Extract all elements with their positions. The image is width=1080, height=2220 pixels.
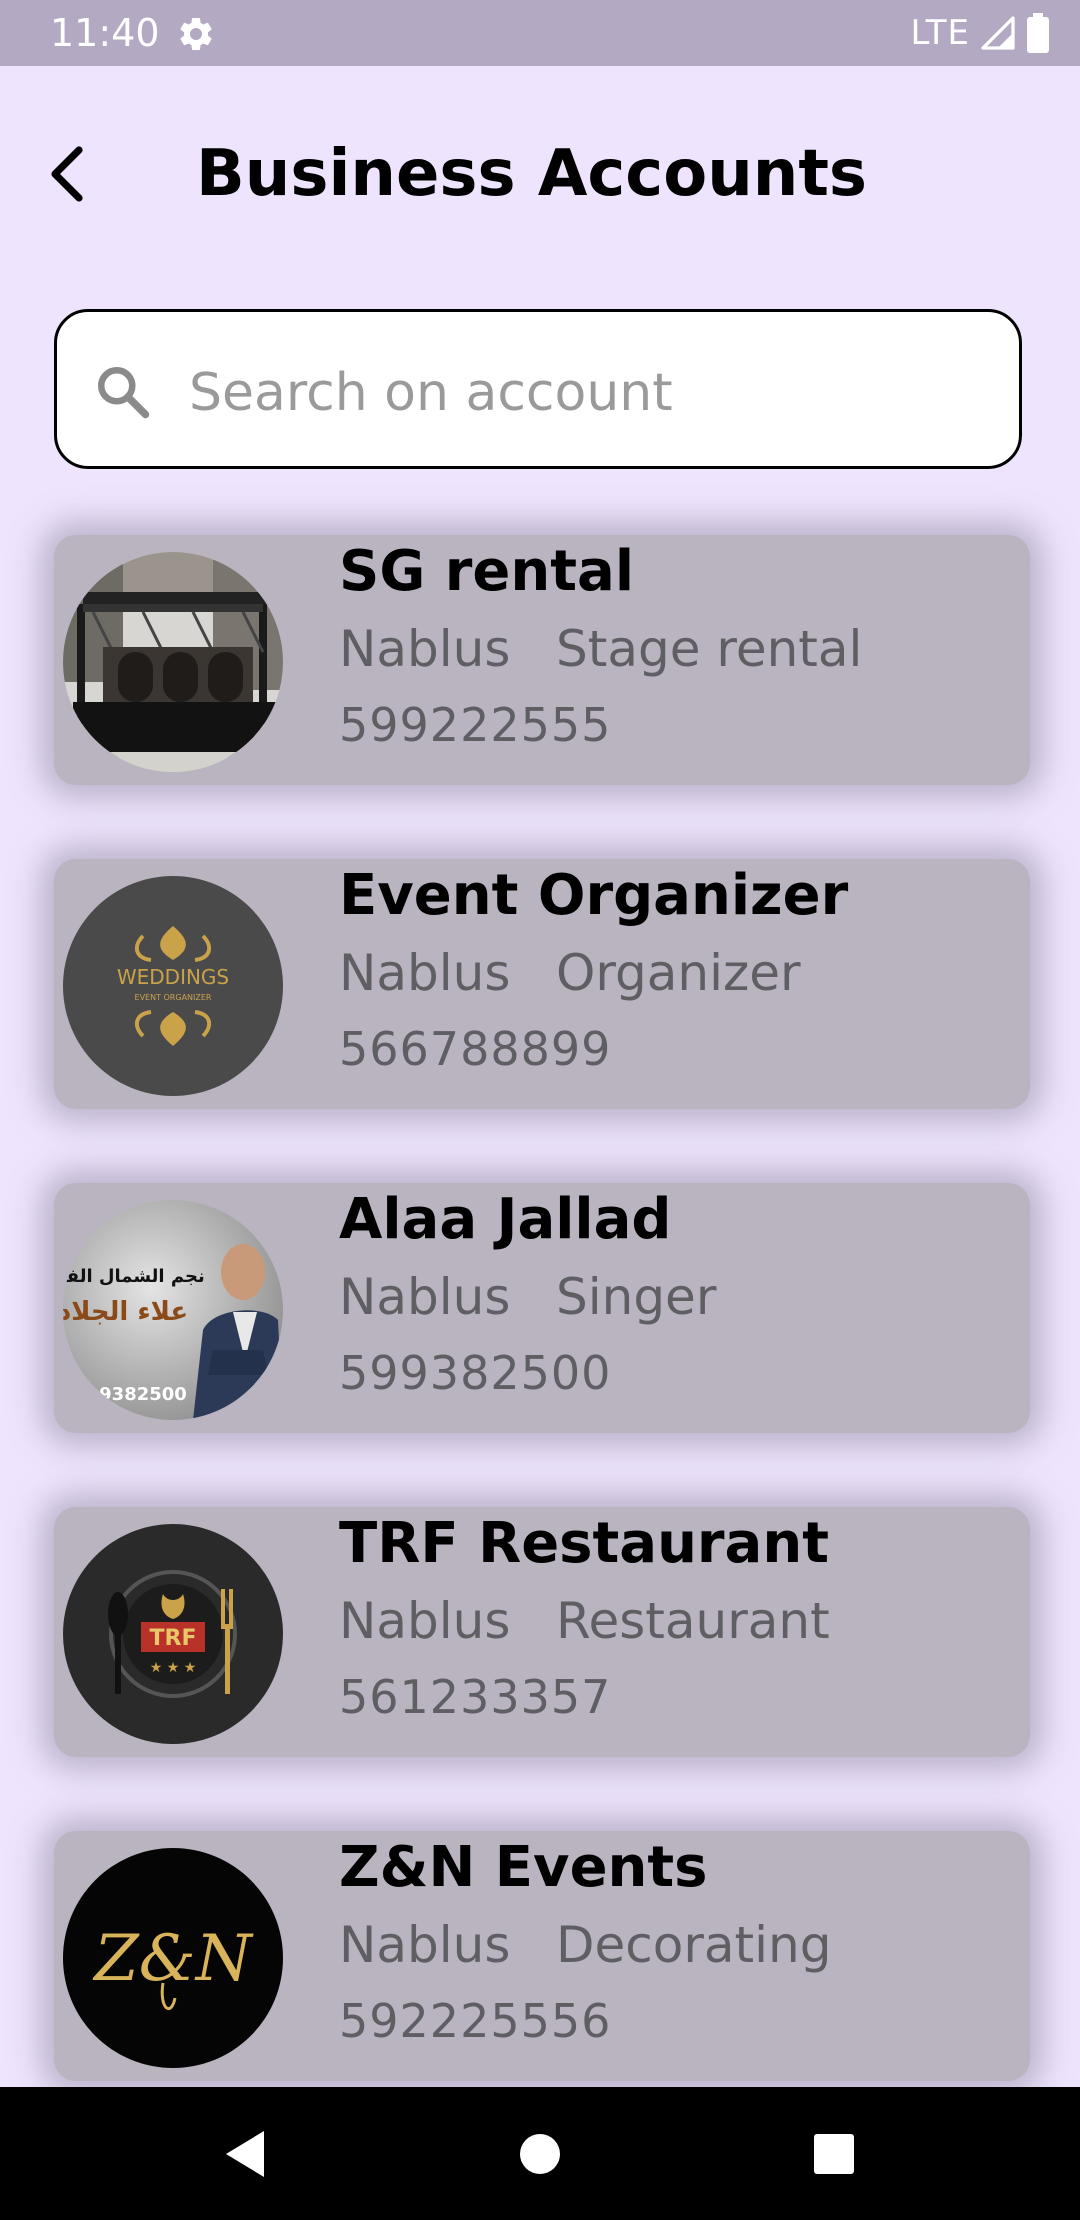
account-avatar [63, 552, 283, 772]
search-icon [98, 367, 150, 419]
account-phone: 592225556 [339, 1994, 612, 2048]
avatar-logo-subtext: EVENT ORGANIZER [135, 993, 212, 1002]
account-card[interactable]: WEDDINGS EVENT ORGANIZER Event Organizer… [54, 859, 1030, 1109]
account-city: Nablus [339, 944, 511, 1002]
battery-icon [1027, 13, 1049, 53]
account-category: Stage rental [556, 620, 863, 678]
zn-logo: Z&N [63, 1848, 283, 2068]
status-bar: 11:40 LTE [0, 0, 1080, 66]
signal-icon [981, 16, 1015, 50]
avatar-phone-text: 9382500 [99, 1384, 187, 1405]
account-name: Event Organizer [339, 863, 849, 928]
account-avatar: Z&N [63, 1848, 283, 2068]
weddings-logo: WEDDINGS EVENT ORGANIZER [63, 876, 283, 1096]
nav-home-button[interactable] [507, 2121, 573, 2187]
nav-back-icon [226, 2131, 264, 2177]
settings-gear-icon [180, 17, 212, 50]
account-category: Decorating [556, 1916, 832, 1974]
account-avatar: TRF ★ ★ ★ [63, 1524, 283, 1744]
page-title: Business Accounts [196, 137, 867, 211]
account-name: SG rental [339, 539, 635, 604]
account-card[interactable]: TRF ★ ★ ★ TRF Restaurant Nablus Restaura… [54, 1507, 1030, 1757]
account-phone: 561233357 [339, 1670, 612, 1724]
account-city: Nablus [339, 1916, 511, 1974]
account-avatar: نجم الشمال الفنان علاء الجلاد 9382500 [63, 1200, 283, 1420]
nav-recents-button[interactable] [801, 2121, 867, 2187]
account-card[interactable]: نجم الشمال الفنان علاء الجلاد 9382500 Al… [54, 1183, 1030, 1433]
account-phone: 599222555 [339, 698, 612, 752]
nav-back-button[interactable] [212, 2121, 278, 2187]
avatar-logo-text: WEDDINGS [117, 965, 229, 989]
account-name: Z&N Events [339, 1835, 708, 1900]
svg-text:★ ★ ★: ★ ★ ★ [150, 1660, 197, 1676]
account-avatar: WEDDINGS EVENT ORGANIZER [63, 876, 283, 1096]
avatar-logo-text: TRF [150, 1626, 197, 1651]
chevron-left-icon [51, 146, 83, 202]
account-category: Singer [556, 1268, 717, 1326]
system-nav-bar [0, 2087, 1080, 2220]
account-category: Organizer [556, 944, 801, 1002]
account-phone: 566788899 [339, 1022, 612, 1076]
account-card[interactable]: SG rental Nablus Stage rental 599222555 [54, 535, 1030, 785]
account-phone: 599382500 [339, 1346, 612, 1400]
search-input[interactable] [187, 352, 991, 434]
account-city: Nablus [339, 1592, 511, 1650]
avatar-arabic-name: علاء الجلاد [63, 1297, 188, 1327]
account-card[interactable]: Z&N Z&N Events Nablus Decorating 5922255… [54, 1831, 1030, 2081]
stage-photo [63, 552, 283, 772]
back-button[interactable] [36, 134, 98, 214]
singer-photo: نجم الشمال الفنان علاء الجلاد 9382500 [63, 1200, 283, 1420]
account-city: Nablus [339, 620, 511, 678]
account-city: Nablus [339, 1268, 511, 1326]
nav-recents-icon [814, 2134, 854, 2174]
avatar-logo-text: Z&N [92, 1922, 253, 1996]
nav-home-icon [520, 2134, 560, 2174]
account-category: Restaurant [556, 1592, 830, 1650]
restaurant-logo: TRF ★ ★ ★ [63, 1524, 283, 1744]
account-name: TRF Restaurant [339, 1511, 829, 1576]
avatar-arabic-title: نجم الشمال الفنان [63, 1266, 205, 1287]
status-time: 11:40 [50, 11, 160, 55]
search-box[interactable] [54, 309, 1022, 469]
network-type: LTE [910, 13, 970, 53]
account-name: Alaa Jallad [339, 1187, 672, 1252]
